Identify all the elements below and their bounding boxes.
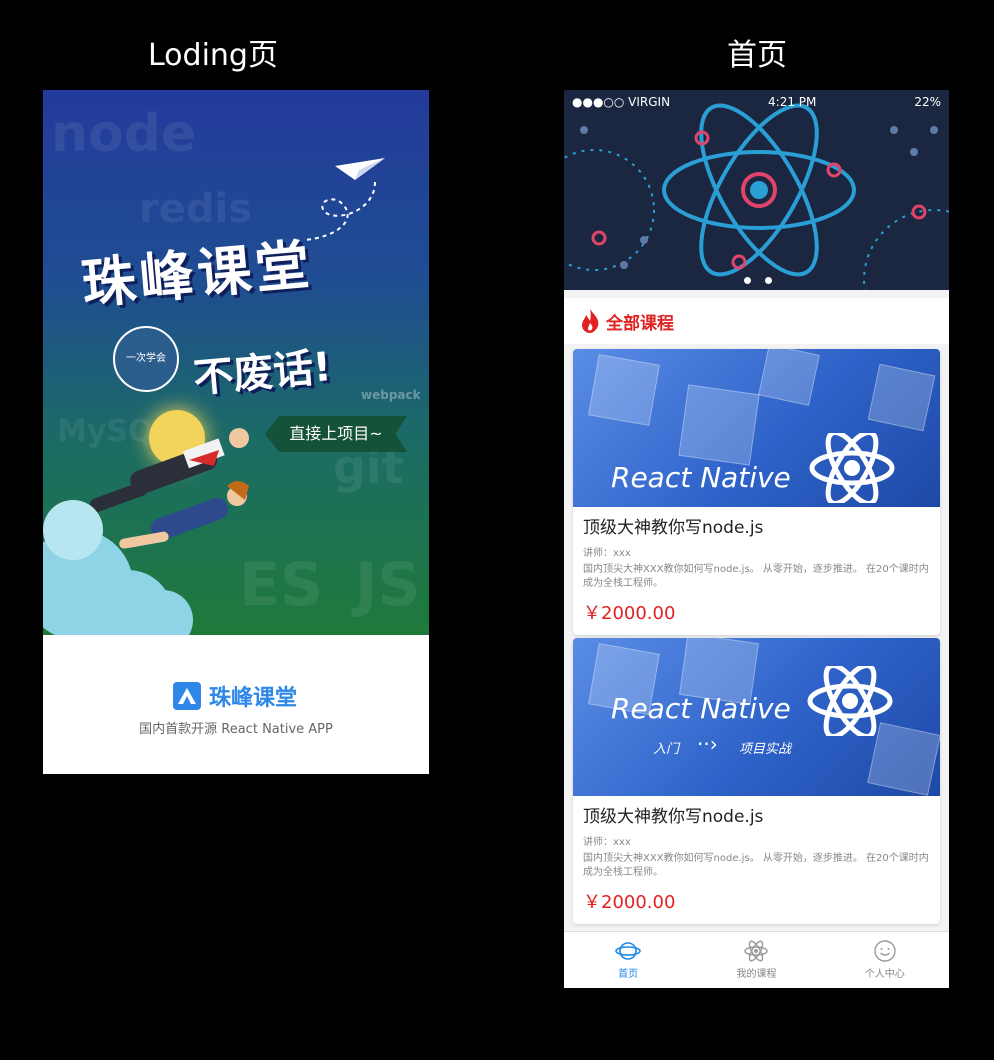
react-logo-icon — [809, 433, 895, 503]
course-price: ￥2000.00 — [583, 603, 676, 624]
tab-bar: 首页 我的课程 个人中心 — [564, 931, 949, 988]
course-card-body: 顶级大神教你写node.js 讲师：xxx 国内顶尖大神XXX教你如何写node… — [573, 796, 940, 924]
react-atom-illustration-icon — [564, 103, 949, 290]
course-description: 国内顶尖大神XXX教你如何写node.js。 从零开始，逐步推进。 在20个课时… — [583, 564, 929, 589]
hero-carousel[interactable]: ●●●○○ VIRGIN 4:21 PM 22% — [564, 90, 949, 290]
course-banner-text: React Native — [611, 461, 791, 494]
cloud — [43, 500, 103, 560]
cta-ribbon: 直接上项目~ — [265, 416, 407, 452]
banner-tile — [588, 354, 660, 426]
flying-woman-icon — [119, 481, 249, 549]
carousel-dot[interactable] — [765, 277, 772, 284]
course-price: ￥2000.00 — [583, 892, 676, 913]
atom-icon — [744, 940, 769, 962]
course-card-body: 顶级大神教你写node.js 讲师：xxx 国内顶尖大神XXX教你如何写node… — [573, 507, 940, 635]
tab-label: 首页 — [618, 969, 639, 980]
react-logo-icon — [807, 666, 893, 736]
loading-hero: node redis MySQL git webpack ES JS 珠峰课堂 … — [43, 90, 429, 635]
loading-screen: node redis MySQL git webpack ES JS 珠峰课堂 … — [43, 90, 429, 774]
course-card[interactable]: React Native 顶级大神教你写node.js 讲师：xxx 国内顶尖大… — [573, 349, 940, 635]
tagline: 国内首款开源 React Native APP — [139, 722, 333, 737]
section-header: 全部课程 — [564, 298, 949, 344]
course-banner-image: React Native 入门 ··› 项目实战 — [573, 638, 940, 796]
battery-text: 22% — [914, 95, 941, 109]
course-title: 顶级大神教你写node.js — [583, 518, 764, 538]
arrow-right-icon: ··› — [697, 732, 718, 756]
course-description: 国内顶尖大神XXX教你如何写node.js。 从零开始，逐步推进。 在20个课时… — [583, 853, 929, 878]
carousel-dot[interactable] — [744, 277, 751, 284]
logo-icon — [173, 682, 201, 710]
banner-tile — [678, 384, 760, 466]
ghost-word-redis: redis — [139, 186, 253, 232]
carousel-dots[interactable] — [744, 277, 772, 284]
ghost-word-node: node — [51, 104, 197, 164]
status-bar: ●●●○○ VIRGIN 4:21 PM 22% — [564, 90, 949, 114]
paper-plane-icon — [335, 158, 385, 180]
banner-tile — [758, 349, 820, 406]
planet-icon — [615, 942, 641, 960]
tab-home[interactable]: 首页 — [564, 932, 692, 988]
home-screen-title: 首页 — [727, 38, 787, 73]
home-screen: ●●●○○ VIRGIN 4:21 PM 22% 全部课程 React Nati… — [564, 90, 949, 988]
footer-logo: 珠峰课堂 — [173, 680, 297, 712]
banner-sub-left: 入门 — [653, 742, 680, 757]
hero-title: 珠峰课堂 — [79, 232, 316, 316]
hand-badge-icon: 一次学会 — [113, 326, 179, 392]
hero-subtitle: 不废话! — [191, 344, 334, 402]
clock-text: 4:21 PM — [768, 95, 817, 109]
smiley-icon — [874, 940, 896, 962]
course-banner-text: React Native — [611, 692, 791, 725]
ghost-word-js: JS — [355, 550, 421, 620]
loading-screen-title: Loding页 — [148, 38, 278, 73]
tab-profile[interactable]: 个人中心 — [821, 932, 949, 988]
flame-icon — [582, 309, 599, 333]
section-title: 全部课程 — [606, 313, 674, 334]
tab-label: 我的课程 — [736, 969, 777, 980]
course-card[interactable]: React Native 入门 ··› 项目实战 顶级大神教你写node.js … — [573, 638, 940, 924]
ghost-word-webpack: webpack — [361, 388, 421, 402]
course-banner-image: React Native — [573, 349, 940, 507]
cloud — [133, 590, 193, 635]
tab-my-courses[interactable]: 我的课程 — [692, 932, 820, 988]
banner-tile — [867, 363, 936, 432]
course-teacher: 讲师：xxx — [583, 548, 631, 559]
logo-text: 珠峰课堂 — [209, 686, 298, 711]
plane-trail-icon — [305, 182, 376, 241]
tab-label: 个人中心 — [864, 969, 905, 980]
course-title: 顶级大神教你写node.js — [583, 807, 764, 827]
course-teacher: 讲师：xxx — [583, 837, 631, 848]
carrier-text: ●●●○○ VIRGIN — [572, 95, 671, 109]
banner-sub-right: 项目实战 — [739, 742, 792, 757]
